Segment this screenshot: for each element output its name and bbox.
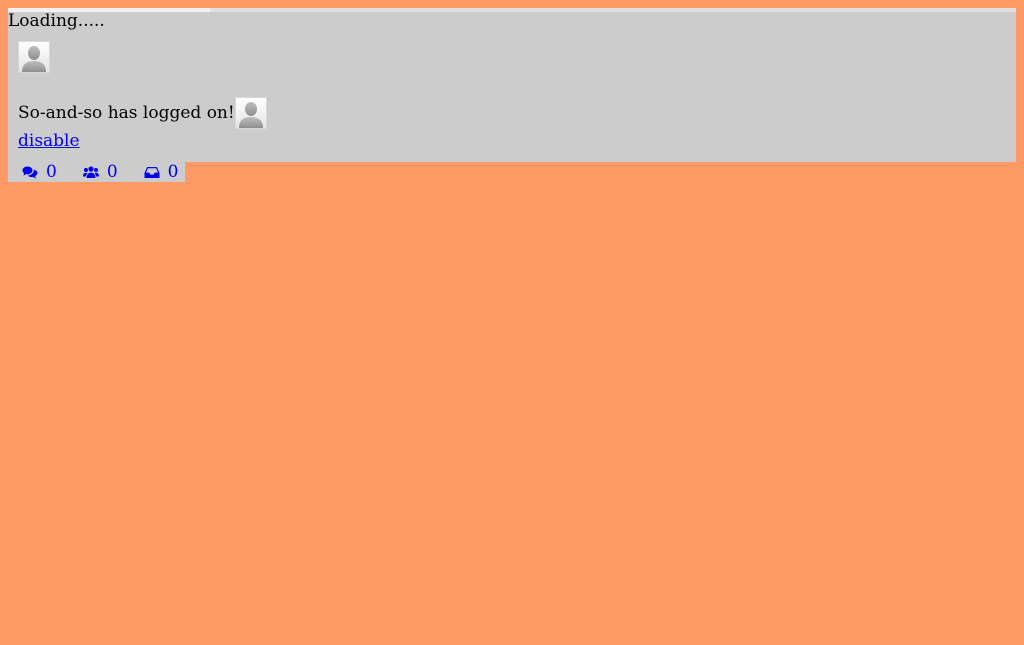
login-notification: So-and-so has logged on! [18, 97, 267, 129]
notification-panel: Loading..... So-and-so has logged on! di… [8, 8, 1016, 162]
chat-counter[interactable]: 0 [22, 162, 57, 182]
disable-notifications-link[interactable]: disable [18, 131, 80, 151]
inbox-icon [144, 166, 160, 178]
notification-message: So-and-so has logged on! [18, 103, 235, 123]
users-count: 0 [106, 162, 118, 182]
user-avatar-icon [234, 97, 267, 129]
loading-progress-bar [8, 8, 1016, 12]
users-icon [82, 165, 99, 178]
comments-icon [22, 166, 38, 178]
users-counter[interactable]: 0 [82, 162, 118, 182]
chat-count: 0 [46, 162, 57, 182]
inbox-counter[interactable]: 0 [144, 162, 179, 182]
user-avatar-icon [18, 41, 50, 73]
status-bar: 0 0 0 [8, 162, 185, 182]
loading-text: Loading..... [8, 11, 105, 31]
inbox-count: 0 [167, 162, 179, 182]
